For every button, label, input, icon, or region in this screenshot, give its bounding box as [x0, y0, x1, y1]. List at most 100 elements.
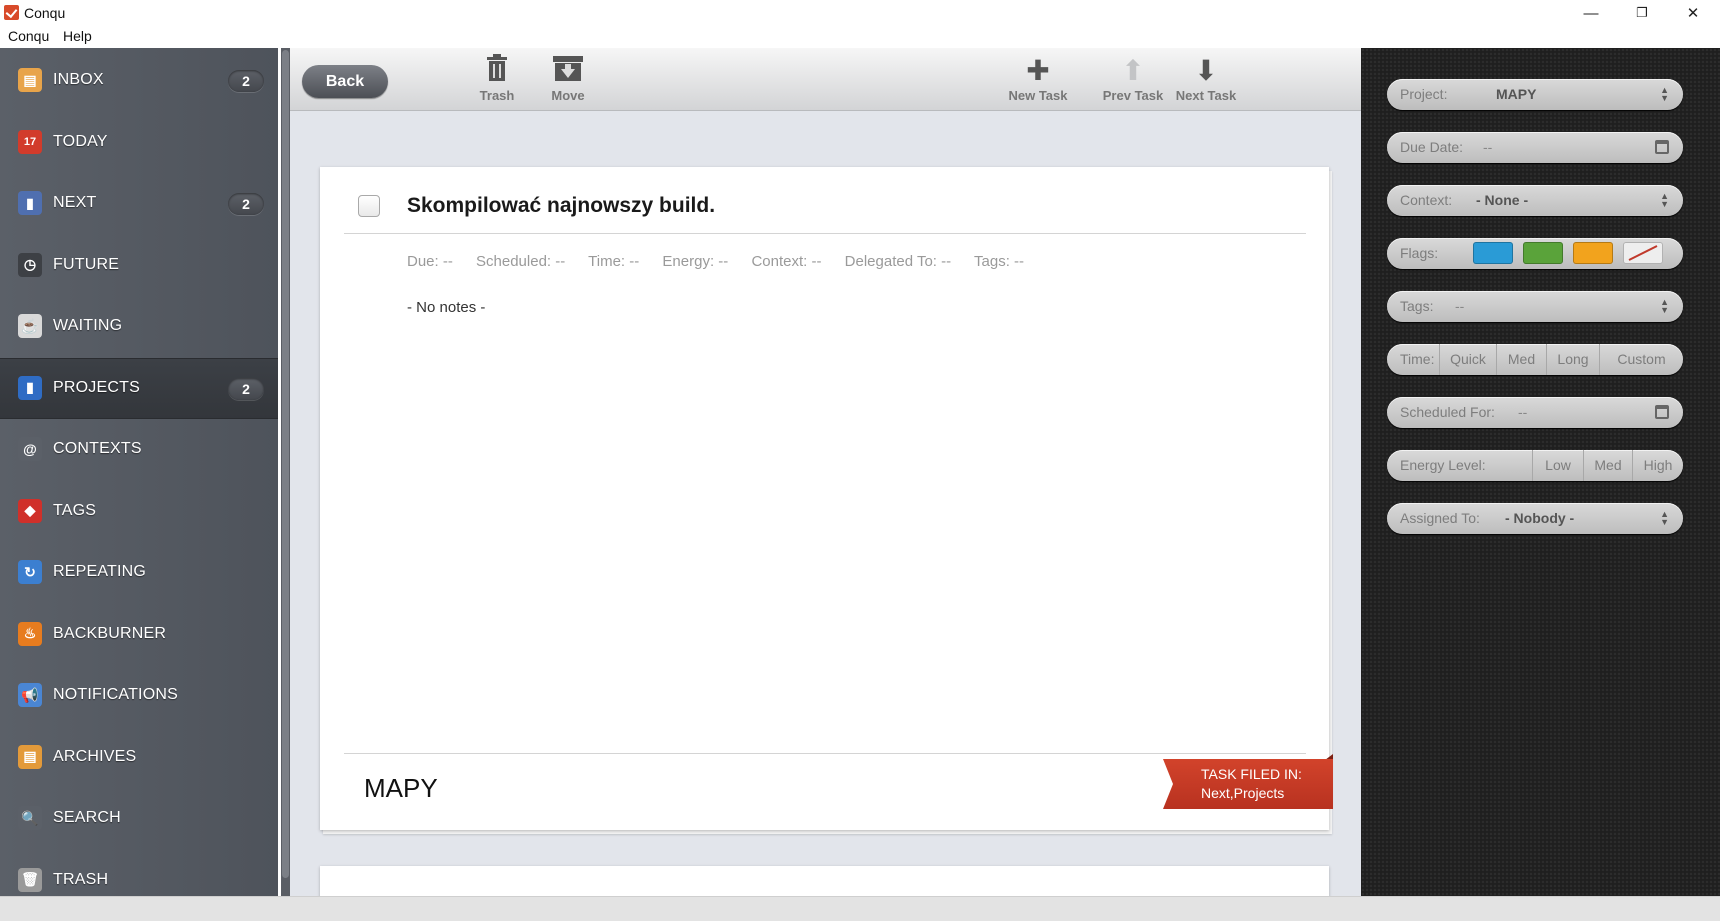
- coffee-cup-icon: ☕: [18, 314, 42, 338]
- next-task-button[interactable]: ⬇ Next Task: [1166, 54, 1246, 106]
- repeat-icon: ↻: [18, 560, 42, 584]
- sidebar: ▤ INBOX 2 17 TODAY ▮ NEXT 2 ◷ FUTURE ☕ WAITING ▮ PROJ…: [0, 48, 278, 896]
- flame-icon: ♨: [18, 621, 42, 646]
- tags-select[interactable]: Tags: -- ▲ ▼: [1387, 291, 1683, 322]
- meta-energy: Energy: --: [662, 253, 729, 270]
- trash-button[interactable]: Trash: [457, 54, 537, 106]
- filed-label: TASK FILED IN:: [1201, 766, 1302, 782]
- context-label: Context:: [1400, 192, 1453, 208]
- sidebar-item-today[interactable]: 17 TODAY: [0, 112, 278, 173]
- sidebar-scrollbar[interactable]: [281, 48, 290, 896]
- task-notes[interactable]: - No notes -: [407, 299, 485, 316]
- sidebar-item-label: NOTIFICATIONS: [53, 686, 178, 703]
- tags-label: Tags:: [1400, 298, 1434, 314]
- time-long[interactable]: Long: [1546, 344, 1599, 375]
- scheduled-for-field[interactable]: Scheduled For: --: [1387, 397, 1683, 428]
- clock-icon: ◷: [18, 252, 42, 277]
- flag-orange[interactable]: [1573, 242, 1613, 264]
- sidebar-item-label: FUTURE: [53, 255, 120, 273]
- trash-icon: [457, 54, 537, 88]
- menu-conqu[interactable]: Conqu: [8, 28, 49, 44]
- trash-label: Trash: [479, 88, 515, 103]
- menu-bar: Conqu Help: [0, 26, 1720, 48]
- at-sign-icon: @: [18, 437, 42, 461]
- select-arrows-icon: ▲ ▼: [1660, 85, 1669, 103]
- assigned-to-select[interactable]: Assigned To: - Nobody - ▲ ▼: [1387, 503, 1683, 534]
- sidebar-item-notifications[interactable]: 📢 NOTIFICATIONS: [0, 665, 278, 726]
- card-footer-divider: [344, 753, 1306, 754]
- meta-time: Time: --: [588, 253, 640, 270]
- sidebar-item-future[interactable]: ◷ FUTURE: [0, 235, 278, 296]
- minimize-button[interactable]: —: [1566, 0, 1616, 26]
- scheduled-for-label: Scheduled For:: [1400, 404, 1495, 420]
- sidebar-item-label: BACKBURNER: [53, 624, 167, 642]
- menu-help[interactable]: Help: [63, 28, 92, 44]
- next-task-label: Next Task: [1175, 88, 1237, 103]
- calendar-icon[interactable]: [1655, 405, 1669, 419]
- sidebar-item-label: REPEATING: [53, 563, 147, 580]
- new-task-button[interactable]: ✚ New Task: [998, 54, 1078, 106]
- meta-delegated: Delegated To: --: [844, 253, 952, 270]
- task-complete-checkbox[interactable]: [358, 195, 380, 217]
- due-date-field[interactable]: Due Date: --: [1387, 132, 1683, 163]
- energy-high[interactable]: High: [1632, 450, 1683, 481]
- task-title[interactable]: Skompilować najnowszy build.: [407, 194, 715, 218]
- prev-task-button[interactable]: ⬆ Prev Task: [1093, 54, 1173, 106]
- sidebar-scrollbar-thumb[interactable]: [282, 50, 289, 878]
- meta-scheduled: Scheduled: --: [476, 253, 566, 270]
- task-card: Skompilować najnowszy build. Due: -- Sch…: [320, 167, 1333, 830]
- sidebar-item-waiting[interactable]: ☕ WAITING: [0, 296, 278, 357]
- project-value: MAPY: [1496, 86, 1537, 102]
- sidebar-item-backburner[interactable]: ♨ BACKBURNER: [0, 604, 278, 665]
- sidebar-item-label: NEXT: [53, 194, 97, 211]
- energy-level-field: Energy Level: Low Med High: [1387, 450, 1683, 481]
- energy-low[interactable]: Low: [1532, 450, 1583, 481]
- task-view: Back Trash Move ✚ New Task ⬆ Prev Task ⬇…: [290, 48, 1361, 906]
- megaphone-icon: 📢: [18, 683, 42, 707]
- sidebar-item-tags[interactable]: ◆ TAGS: [0, 481, 278, 542]
- close-button[interactable]: ✕: [1668, 0, 1718, 26]
- flag-green[interactable]: [1523, 242, 1563, 264]
- energy-med[interactable]: Med: [1583, 450, 1632, 481]
- context-select[interactable]: Context: - None - ▲ ▼: [1387, 185, 1683, 216]
- move-button[interactable]: Move: [528, 54, 608, 106]
- projects-icon: ▮: [18, 375, 42, 400]
- select-arrows-icon: ▲ ▼: [1660, 297, 1669, 315]
- sidebar-item-label: TRASH: [53, 870, 109, 888]
- status-bar: [0, 896, 1720, 921]
- flags-field: Flags:: [1387, 238, 1683, 269]
- filed-value: Next,Projects: [1201, 785, 1285, 801]
- time-custom[interactable]: Custom: [1599, 344, 1683, 375]
- flag-blue[interactable]: [1473, 242, 1513, 264]
- task-properties-panel: Project: MAPY ▲ ▼ Due Date: -- Context: -…: [1361, 48, 1720, 896]
- arrow-up-icon: ⬆: [1121, 55, 1145, 86]
- due-date-value: --: [1483, 139, 1493, 155]
- sidebar-item-repeating[interactable]: ↻ REPEATING: [0, 542, 278, 603]
- flag-none[interactable]: [1623, 242, 1663, 264]
- context-value: - None -: [1476, 192, 1529, 208]
- task-meta: Due: -- Scheduled: -- Time: -- Energy: -…: [407, 253, 1043, 270]
- sidebar-item-projects[interactable]: ▮ PROJECTS 2: [0, 357, 278, 419]
- tags-value: --: [1455, 298, 1465, 314]
- meta-due: Due: --: [407, 253, 453, 270]
- sidebar-item-archives[interactable]: ▤ ARCHIVES: [0, 727, 278, 788]
- due-date-label: Due Date:: [1400, 139, 1464, 155]
- restore-button[interactable]: ❐: [1617, 0, 1667, 26]
- sidebar-item-search[interactable]: 🔍 SEARCH: [0, 788, 278, 849]
- archive-box-icon: ▤: [18, 744, 42, 769]
- sidebar-item-inbox[interactable]: ▤ INBOX 2: [0, 50, 278, 111]
- calendar-icon[interactable]: [1655, 140, 1669, 154]
- next-folder-icon: ▮: [18, 191, 42, 215]
- sidebar-item-next[interactable]: ▮ NEXT 2: [0, 173, 278, 234]
- trash-can-icon: 🗑: [18, 867, 42, 892]
- time-quick[interactable]: Quick: [1439, 344, 1496, 375]
- title-bar: Conqu — ❐ ✕: [0, 0, 1720, 26]
- sidebar-item-label: TODAY: [53, 132, 108, 150]
- sidebar-item-contexts[interactable]: @ CONTEXTS: [0, 419, 278, 480]
- calendar-icon: 17: [18, 129, 42, 154]
- time-med[interactable]: Med: [1496, 344, 1546, 375]
- back-button[interactable]: Back: [302, 65, 388, 98]
- time-field: Time: Quick Med Long Custom: [1387, 344, 1683, 375]
- sidebar-item-label: ARCHIVES: [53, 747, 137, 765]
- project-select[interactable]: Project: MAPY ▲ ▼: [1387, 79, 1683, 110]
